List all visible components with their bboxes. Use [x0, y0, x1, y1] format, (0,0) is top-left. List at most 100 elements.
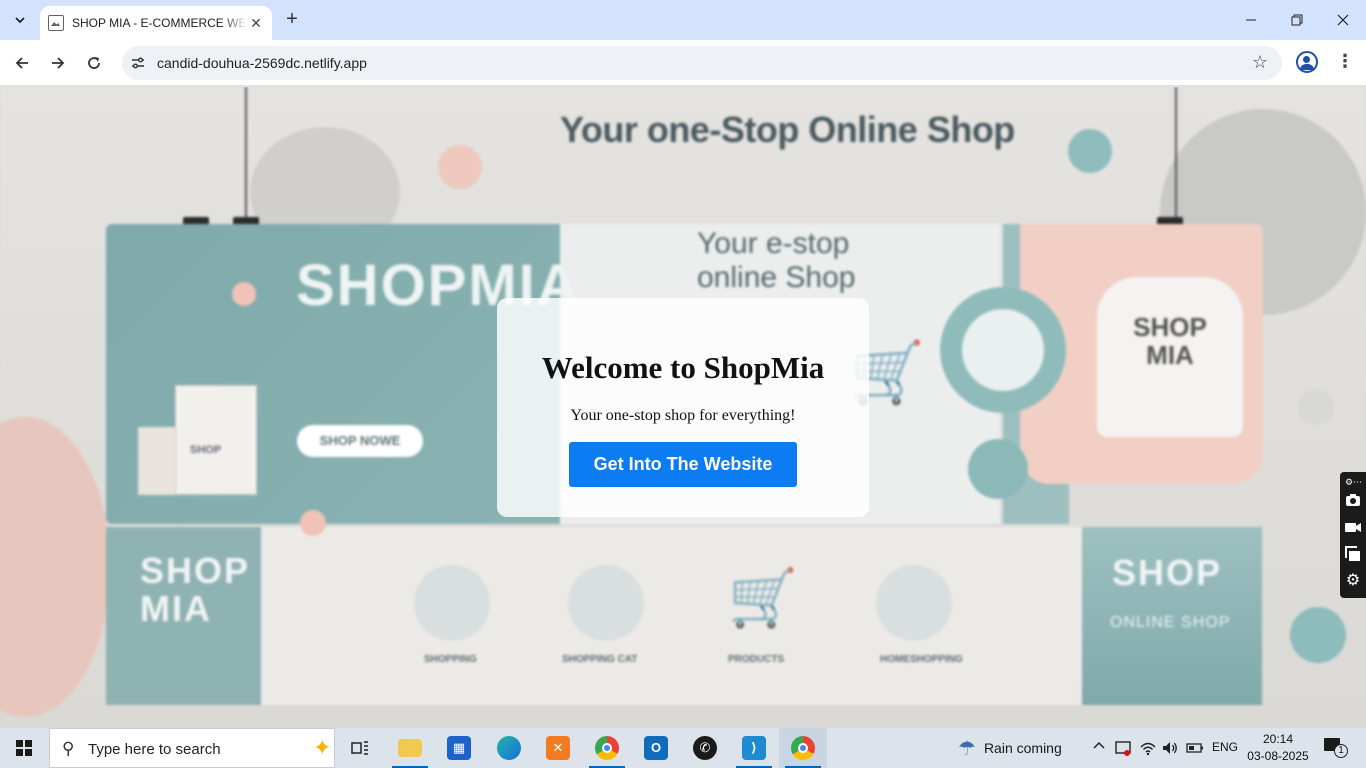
- tab-search-button[interactable]: [8, 8, 32, 32]
- close-icon: [1337, 14, 1349, 26]
- close-window-button[interactable]: [1320, 0, 1366, 40]
- hanging-wire: [245, 87, 247, 222]
- notification-count: 1: [1334, 744, 1348, 758]
- page-favicon-icon: [48, 15, 64, 31]
- taskbar-chrome[interactable]: [583, 728, 631, 768]
- hero-shop-now-graphic: SHOP NOWE: [297, 425, 423, 457]
- taskbar-microsoft-store[interactable]: ▦: [435, 728, 483, 768]
- search-icon: ⚲: [62, 739, 75, 758]
- minimize-button[interactable]: [1228, 0, 1274, 40]
- decor-ball: [300, 510, 326, 536]
- taskbar-xampp[interactable]: ✕: [534, 728, 582, 768]
- decor-circle: [962, 309, 1044, 391]
- address-bar[interactable]: candid-douhua-2569dc.netlify.app ☆: [122, 46, 1282, 80]
- tab-close-icon[interactable]: ✕: [248, 15, 264, 31]
- decor-ball: [232, 282, 256, 306]
- taskbar-clock[interactable]: 20:14 03-08-2025: [1242, 731, 1314, 765]
- page-viewport: Your one-Stop Online Shop SHOPMIA Your e…: [0, 87, 1366, 728]
- new-tab-button[interactable]: +: [282, 9, 302, 29]
- reload-button[interactable]: [82, 51, 106, 75]
- taskbar-task-view[interactable]: [336, 728, 384, 768]
- weather-text: Rain coming: [983, 740, 1062, 756]
- notification-center-button[interactable]: 1: [1324, 738, 1348, 758]
- forward-button[interactable]: [46, 51, 70, 75]
- hero-heading: Your one-Stop Online Shop: [560, 109, 1015, 150]
- window-capture-icon[interactable]: [1345, 546, 1361, 562]
- taskbar-vscode[interactable]: ⟩: [730, 728, 778, 768]
- taskbar-whatsapp[interactable]: ✆: [681, 728, 729, 768]
- taskbar-edge[interactable]: [485, 728, 533, 768]
- site-settings-icon[interactable]: [130, 55, 146, 71]
- meet-now-icon[interactable]: [1114, 739, 1132, 757]
- welcome-title: Welcome to ShopMia: [541, 350, 825, 385]
- category-label: SHOPPING: [424, 654, 477, 665]
- whatsapp-icon: ✆: [693, 736, 717, 760]
- tab-title: SHOP MIA - E-COMMERCE WEBSITE: [72, 16, 248, 30]
- weather-widget[interactable]: ☂ Rain coming: [958, 728, 1062, 768]
- hanging-wire: [1175, 87, 1177, 222]
- taskbar-search-box[interactable]: ⚲ Type here to search ✦: [49, 728, 335, 768]
- chevron-down-icon: [15, 17, 25, 24]
- bottom-right-brand: SHOP: [1112, 552, 1223, 593]
- more-options-icon[interactable]: ⚙⋯: [1345, 474, 1362, 490]
- language-indicator[interactable]: ENG: [1212, 740, 1238, 754]
- battery-icon[interactable]: [1186, 739, 1204, 757]
- show-hidden-icons-chevron-icon[interactable]: [1090, 739, 1108, 757]
- profile-icon[interactable]: [1296, 51, 1318, 73]
- url-text[interactable]: candid-douhua-2569dc.netlify.app: [157, 55, 367, 71]
- edge-icon: [497, 736, 521, 760]
- settings-gear-icon[interactable]: ⚙: [1345, 573, 1361, 589]
- clock-date: 03-08-2025: [1247, 749, 1309, 763]
- welcome-card: Welcome to ShopMia Your one-stop shop fo…: [497, 298, 869, 517]
- task-view-icon: [351, 741, 368, 755]
- shopping-bag-graphic: [175, 385, 257, 495]
- windows-logo-icon: [16, 740, 32, 756]
- category-label: SHOPPING CAT: [562, 654, 638, 665]
- chrome-icon: [791, 736, 815, 760]
- shopping-bag-graphic: [138, 427, 178, 495]
- bag-label: SHOP: [190, 444, 222, 456]
- bookmark-star-icon[interactable]: ☆: [1252, 52, 1268, 73]
- decor-ball: [968, 439, 1028, 499]
- camera-icon[interactable]: [1345, 492, 1361, 508]
- bottom-left-brand: SHOP MIA: [140, 550, 250, 629]
- search-highlight-icon[interactable]: ✦: [313, 735, 331, 761]
- browser-toolbar: candid-douhua-2569dc.netlify.app ☆ ⋮: [0, 40, 1366, 86]
- category-label: HOMESHOPPING: [880, 654, 963, 665]
- category-circle: [568, 565, 644, 641]
- decor-ball: [438, 145, 482, 189]
- umbrella-icon: ☂: [958, 737, 976, 760]
- store-icon: ▦: [447, 736, 471, 760]
- browser-menu-icon[interactable]: ⋮: [1336, 51, 1354, 75]
- reload-icon: [88, 57, 100, 69]
- arrow-right-icon: [52, 57, 65, 69]
- clock-time: 20:14: [1262, 732, 1294, 746]
- vscode-icon: ⟩: [742, 736, 766, 760]
- decor-ball: [1298, 389, 1334, 425]
- floating-side-toolbar: ⚙⋯ ⚙: [1340, 472, 1366, 598]
- category-label: PRODUCTS: [728, 654, 785, 665]
- video-camera-icon[interactable]: [1345, 519, 1361, 535]
- arrow-left-icon: [15, 57, 28, 69]
- get-into-website-button[interactable]: Get Into The Website: [569, 442, 797, 487]
- taskbar-chrome-active[interactable]: [779, 728, 827, 768]
- bottom-right-sub: ONLINE SHOP: [1110, 614, 1231, 631]
- taskbar-outlook[interactable]: O: [632, 728, 680, 768]
- search-placeholder: Type here to search: [88, 741, 221, 758]
- category-circle: [414, 565, 490, 641]
- browser-tab-active[interactable]: SHOP MIA - E-COMMERCE WEBSITE ✕: [40, 6, 272, 40]
- back-button[interactable]: [10, 51, 34, 75]
- volume-icon[interactable]: [1161, 739, 1179, 757]
- shopping-cart-graphic: 🛒: [728, 566, 798, 629]
- taskbar-file-explorer[interactable]: [386, 728, 434, 768]
- hoodie-text: SHOP MIA: [1133, 312, 1207, 370]
- windows-taskbar: ⚲ Type here to search ✦ ▦ ✕ O ✆ ⟩ ☂ Rain…: [0, 728, 1366, 768]
- restore-button[interactable]: [1274, 0, 1320, 40]
- network-icon[interactable]: [1139, 739, 1157, 757]
- browser-tab-bar: SHOP MIA - E-COMMERCE WEBSITE ✕ +: [0, 0, 1366, 40]
- folder-icon: [398, 739, 422, 757]
- decor-ball: [1068, 129, 1112, 173]
- start-button[interactable]: [0, 728, 48, 768]
- minimize-icon: [1246, 19, 1256, 21]
- xampp-icon: ✕: [546, 736, 570, 760]
